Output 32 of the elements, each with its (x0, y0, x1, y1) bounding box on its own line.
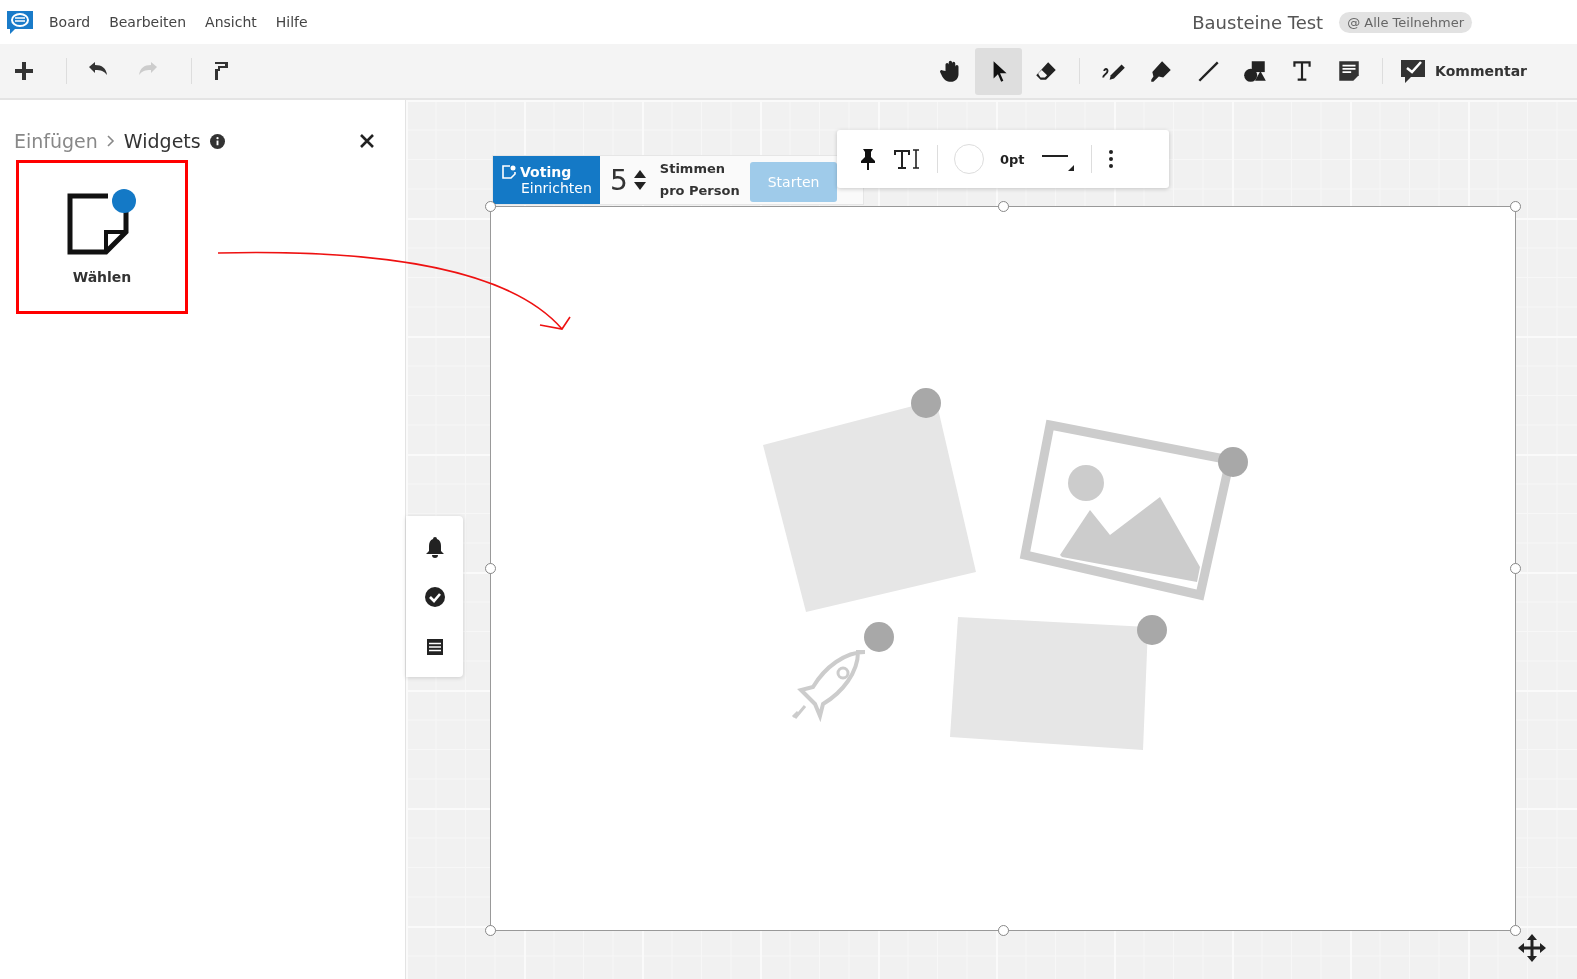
menu-item[interactable]: Bearbeiten (109, 14, 187, 30)
border-width-dropdown[interactable]: 0pt (1000, 151, 1025, 167)
pin-icon[interactable] (859, 148, 877, 170)
move-icon[interactable] (1517, 933, 1547, 963)
comment-button[interactable]: Kommentar (1393, 54, 1533, 88)
check-circle-icon[interactable] (423, 585, 446, 608)
votes-label: Stimmen (659, 160, 727, 178)
voting-widget-tile[interactable]: Wählen (16, 160, 188, 314)
more-options-icon[interactable] (1107, 149, 1114, 169)
board-title: Bausteine Test (1192, 11, 1324, 33)
menu-item[interactable]: Board (49, 14, 91, 30)
voting-subtitle: Einrichten (520, 180, 593, 196)
menu-item[interactable]: Ansicht (205, 14, 257, 30)
sticky-note-icon (66, 189, 138, 257)
comment-check-icon (1399, 58, 1428, 84)
votes-count[interactable]: 5 (610, 163, 628, 197)
close-icon[interactable] (359, 133, 375, 149)
pointer-tool-icon[interactable] (975, 47, 1023, 95)
voting-header[interactable]: Voting Einrichten (493, 156, 600, 204)
voting-title: Voting (502, 164, 600, 180)
info-icon (209, 133, 225, 149)
stepper-icon[interactable] (632, 169, 647, 191)
app-logo-icon (5, 9, 35, 35)
note-icon (502, 165, 516, 179)
votes-label: pro Person (659, 182, 740, 200)
chevron-right-icon (106, 135, 115, 147)
widget-label: Wählen (72, 269, 132, 285)
text-size-icon[interactable] (893, 148, 921, 170)
breadcrumb-link[interactable]: Einfügen (14, 130, 98, 152)
panel-title: Widgets (123, 130, 201, 152)
menu-item[interactable]: Hilfe (275, 14, 308, 30)
participants-badge[interactable]: @ Alle Teilnehmer (1339, 11, 1472, 33)
